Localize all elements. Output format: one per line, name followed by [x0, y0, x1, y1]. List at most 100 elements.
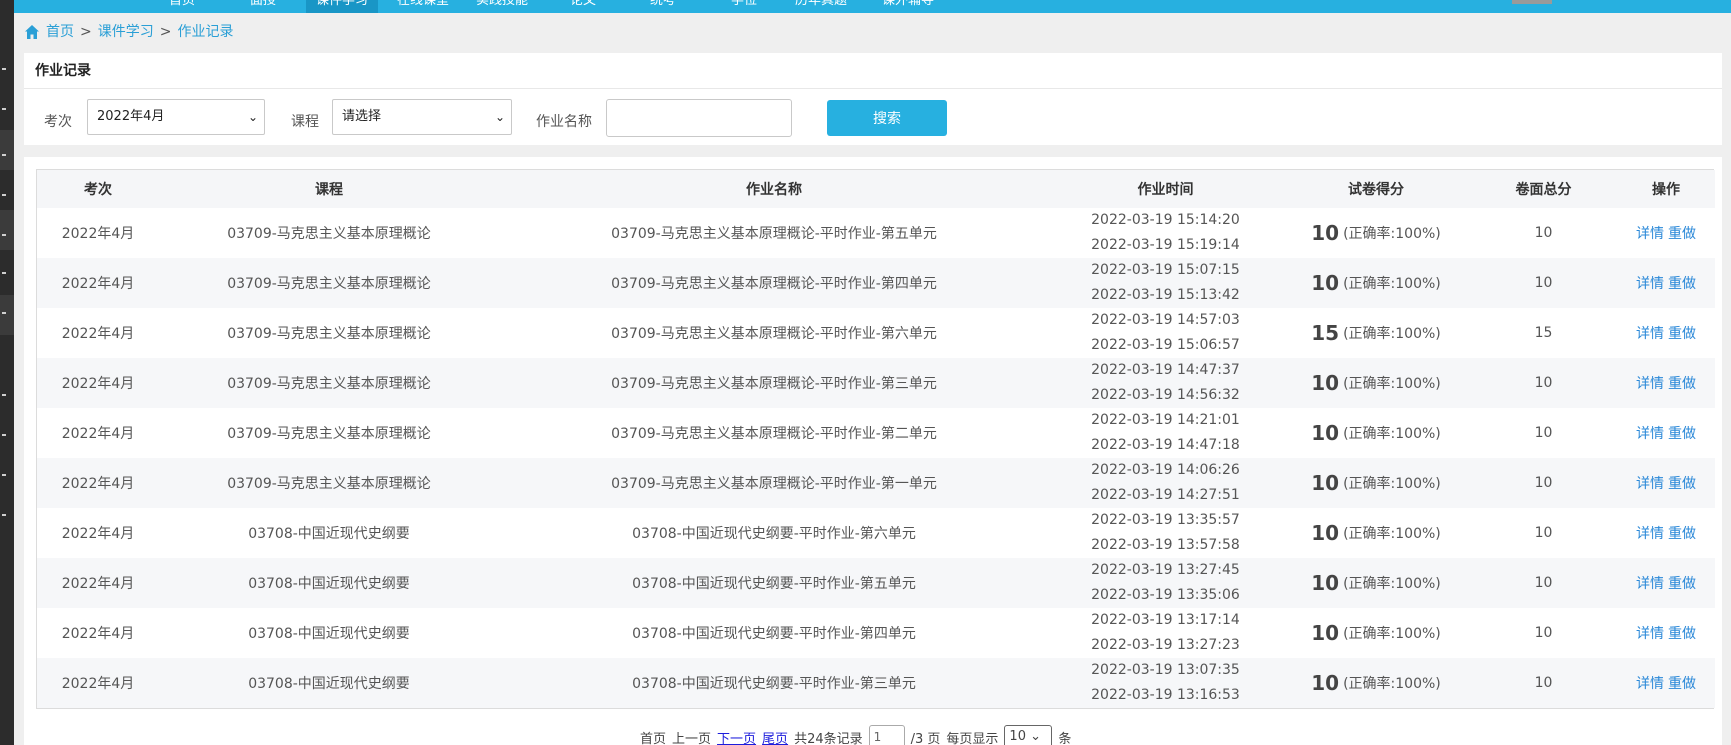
side-panel-marker[interactable] — [2, 108, 6, 110]
nav-item-unified-exam[interactable]: 统考 — [650, 0, 676, 13]
breadcrumb-courseware-link[interactable]: 课件学习 — [98, 22, 154, 42]
side-panel-highlight — [0, 210, 14, 250]
cell-time: 2022-03-19 15:07:15 2022-03-19 15:13:42 — [1049, 258, 1282, 308]
cell-time: 2022-03-19 14:47:37 2022-03-19 14:56:32 — [1049, 358, 1282, 408]
detail-link[interactable]: 详情 — [1636, 676, 1664, 692]
table-row: 2022年4月 03709-马克思主义基本原理概论 03709-马克思主义基本原理概… — [37, 208, 1715, 258]
nav-item-past-papers[interactable]: 历年真题 — [795, 0, 847, 13]
cell-exam: 2022年4月 — [37, 258, 159, 308]
redo-link[interactable]: 重做 — [1668, 526, 1696, 542]
redo-link[interactable]: 重做 — [1668, 326, 1696, 342]
nav-item-thesis[interactable]: 论文 — [570, 0, 596, 13]
redo-link[interactable]: 重做 — [1668, 226, 1696, 242]
side-panel-marker[interactable] — [2, 312, 6, 314]
redo-link[interactable]: 重做 — [1668, 576, 1696, 592]
table-row: 2022年4月 03708-中国近现代史纲要 03708-中国近现代史纲要-平时作业… — [37, 558, 1715, 608]
side-panel-marker[interactable] — [2, 154, 6, 156]
redo-link[interactable]: 重做 — [1668, 376, 1696, 392]
col-header-exam: 考次 — [37, 170, 159, 208]
cell-total: 10 — [1470, 658, 1617, 708]
prev-page-link[interactable]: 上一页 — [672, 728, 711, 745]
cell-score: 10 (正确率:100%) — [1282, 258, 1470, 308]
breadcrumb-current[interactable]: 作业记录 — [177, 22, 233, 42]
chevron-down-icon: ⌄ — [247, 110, 258, 124]
detail-link[interactable]: 详情 — [1636, 376, 1664, 392]
next-page-link[interactable]: 下一页 — [717, 728, 756, 745]
per-page-select[interactable]: 10 ⌄ — [1004, 725, 1053, 745]
home-icon — [25, 25, 39, 39]
homework-name-input[interactable] — [606, 99, 792, 137]
col-header-score: 试卷得分 — [1282, 170, 1470, 208]
table-row: 2022年4月 03709-马克思主义基本原理概论 03709-马克思主义基本原理概… — [37, 258, 1715, 308]
nav-item-tutoring[interactable]: 课外辅导 — [882, 0, 934, 13]
redo-link[interactable]: 重做 — [1668, 426, 1696, 442]
accuracy-rate: (正确率:100%) — [1343, 526, 1441, 542]
side-panel-marker[interactable] — [2, 68, 6, 70]
cell-actions: 详情 重做 — [1617, 308, 1715, 358]
col-header-name: 作业名称 — [499, 170, 1049, 208]
side-panel-highlight — [0, 295, 14, 335]
records-panel: 考次 课程 作业名称 作业时间 试卷得分 卷面总分 操作 2022年4月 0370… — [24, 157, 1722, 745]
redo-link[interactable]: 重做 — [1668, 626, 1696, 642]
exam-select[interactable]: 2022年4月 ⌄ — [87, 99, 265, 135]
detail-link[interactable]: 详情 — [1636, 476, 1664, 492]
cell-time: 2022-03-19 13:17:14 2022-03-19 13:27:23 — [1049, 608, 1282, 658]
cell-actions: 详情 重做 — [1617, 208, 1715, 258]
records-table: 考次 课程 作业名称 作业时间 试卷得分 卷面总分 操作 2022年4月 0370… — [36, 169, 1715, 709]
cell-score: 10 (正确率:100%) — [1282, 508, 1470, 558]
course-select-value: 请选择 — [342, 109, 382, 124]
start-time: 2022-03-19 14:06:26 — [1091, 462, 1240, 478]
col-header-course: 课程 — [159, 170, 499, 208]
cell-total: 10 — [1470, 208, 1617, 258]
accuracy-rate: (正确率:100%) — [1343, 226, 1441, 242]
side-panel-marker[interactable] — [2, 514, 6, 516]
nav-item-online-class[interactable]: 在线课堂 — [397, 0, 449, 13]
avatar[interactable] — [1512, 0, 1552, 4]
accuracy-rate: (正确率:100%) — [1343, 676, 1441, 692]
side-panel-marker[interactable] — [2, 272, 6, 274]
redo-link[interactable]: 重做 — [1668, 476, 1696, 492]
start-time: 2022-03-19 13:35:57 — [1091, 512, 1240, 528]
detail-link[interactable]: 详情 — [1636, 526, 1664, 542]
top-nav: 首页 面授 课件学习 在线课堂 实践技能 论文 统考 学位 历年真题 课外辅导 — [14, 0, 1731, 13]
nav-item-home[interactable]: 首页 — [169, 0, 195, 13]
nav-item-face-teaching[interactable]: 面授 — [250, 0, 276, 13]
last-page-link[interactable]: 尾页 — [762, 728, 788, 745]
accuracy-rate: (正确率:100%) — [1343, 576, 1441, 592]
search-button[interactable]: 搜索 — [827, 100, 947, 136]
detail-link[interactable]: 详情 — [1636, 576, 1664, 592]
breadcrumb-separator: > — [80, 24, 92, 40]
breadcrumb-home-link[interactable]: 首页 — [46, 22, 74, 42]
cell-actions: 详情 重做 — [1617, 508, 1715, 558]
cell-time: 2022-03-19 14:57:03 2022-03-19 15:06:57 — [1049, 308, 1282, 358]
score-value: 10 — [1311, 371, 1340, 395]
accuracy-rate: (正确率:100%) — [1343, 276, 1441, 292]
cell-exam: 2022年4月 — [37, 608, 159, 658]
page-number-input[interactable]: 1 — [868, 725, 905, 745]
breadcrumb-separator: > — [159, 24, 172, 40]
detail-link[interactable]: 详情 — [1636, 276, 1664, 292]
end-time: 2022-03-19 14:27:51 — [1091, 487, 1240, 503]
first-page-link[interactable]: 首页 — [640, 728, 666, 745]
start-time: 2022-03-19 13:07:35 — [1091, 662, 1240, 678]
redo-link[interactable]: 重做 — [1668, 276, 1696, 292]
accuracy-rate: (正确率:100%) — [1343, 376, 1441, 392]
end-time: 2022-03-19 13:35:06 — [1091, 587, 1240, 603]
cell-time: 2022-03-19 15:14:20 2022-03-19 15:19:14 — [1049, 208, 1282, 258]
detail-link[interactable]: 详情 — [1636, 226, 1664, 242]
side-panel-marker[interactable] — [2, 394, 6, 396]
nav-item-courseware[interactable]: 课件学习 — [306, 0, 379, 13]
detail-link[interactable]: 详情 — [1636, 326, 1664, 342]
side-panel-marker[interactable] — [2, 474, 6, 476]
redo-link[interactable]: 重做 — [1668, 676, 1696, 692]
detail-link[interactable]: 详情 — [1636, 426, 1664, 442]
nav-item-practice[interactable]: 实践技能 — [476, 0, 528, 13]
side-panel-marker[interactable] — [2, 234, 6, 236]
cell-time: 2022-03-19 13:27:45 2022-03-19 13:35:06 — [1049, 558, 1282, 608]
course-select[interactable]: 请选择 ⌄ — [332, 99, 512, 135]
detail-link[interactable]: 详情 — [1636, 626, 1664, 642]
nav-item-degree[interactable]: 学位 — [731, 0, 757, 13]
side-panel-marker[interactable] — [2, 194, 6, 196]
side-panel-marker[interactable] — [2, 434, 6, 436]
score-value: 10 — [1311, 271, 1340, 295]
